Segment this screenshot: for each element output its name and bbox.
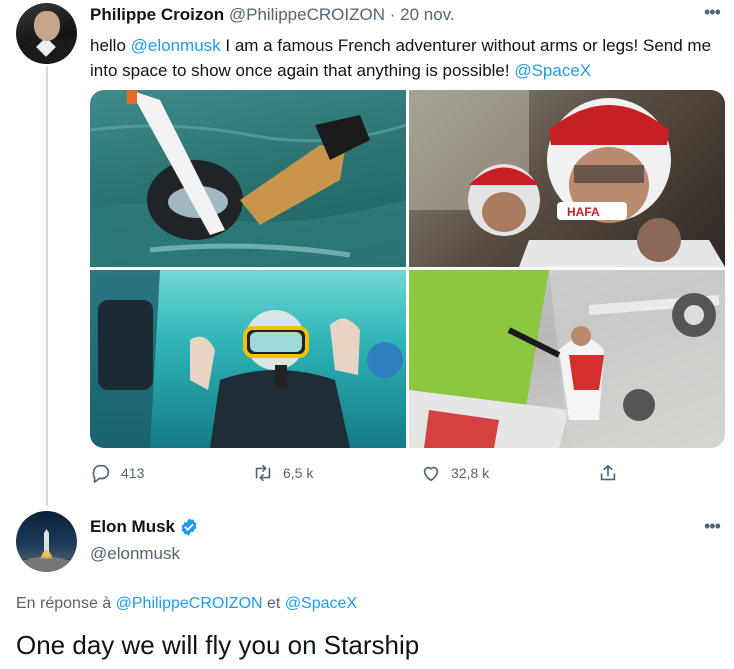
mention-link[interactable]: @SpaceX — [514, 61, 591, 80]
mention-link[interactable]: @PhilippeCROIZON — [116, 595, 263, 612]
photo-scuba-diving[interactable] — [90, 270, 406, 448]
reply-and: et — [262, 595, 285, 612]
tweet2-header: Elon Musk — [90, 517, 199, 537]
photo-skydiving[interactable] — [409, 270, 725, 448]
reply-prefix: En réponse à — [16, 595, 116, 612]
media-grid: HAFA — [90, 90, 725, 448]
share-icon — [600, 464, 616, 481]
svg-text:HAFA: HAFA — [567, 205, 600, 219]
separator-dot: · — [389, 5, 396, 24]
avatar-elon-musk[interactable] — [16, 511, 77, 572]
reply-count: 413 — [121, 465, 145, 481]
verified-badge-icon — [181, 518, 197, 536]
more-icon[interactable]: ••• — [704, 516, 721, 537]
retweet-count: 6,5 k — [283, 465, 314, 481]
mention-link[interactable]: @elonmusk — [131, 36, 221, 55]
reply-context: En réponse à @PhilippeCROIZON et @SpaceX — [16, 595, 357, 613]
like-action[interactable]: 32,8 k — [420, 462, 489, 484]
like-count: 32,8 k — [451, 465, 490, 481]
tweet1-header: Philippe Croizon @PhilippeCROIZON · 20 n… — [90, 5, 455, 25]
thread-connector-line — [46, 66, 48, 506]
author-handle[interactable]: @elonmusk — [90, 544, 180, 564]
retweet-action[interactable]: 6,5 k — [252, 462, 313, 484]
author-name[interactable]: Elon Musk — [90, 517, 175, 537]
photo-swimming[interactable] — [90, 90, 406, 267]
tweet2-text: One day we will fly you on Starship — [16, 630, 420, 660]
mention-link[interactable]: @SpaceX — [285, 595, 357, 612]
more-icon[interactable]: ••• — [704, 2, 721, 23]
share-action[interactable] — [597, 462, 628, 484]
tweet-text-part: hello — [90, 36, 131, 55]
tweet-date[interactable]: 20 nov. — [400, 5, 455, 24]
author-name[interactable]: Philippe Croizon — [90, 5, 224, 24]
retweet-icon — [255, 464, 271, 482]
tweet1-text: hello @elonmusk I am a famous French adv… — [90, 33, 720, 83]
avatar-philippe-croizon[interactable] — [16, 3, 77, 64]
author-handle[interactable]: @PhilippeCROIZON — [229, 5, 385, 24]
tweet1-action-bar: 413 6,5 k 32,8 k — [90, 462, 730, 488]
heart-icon — [423, 466, 439, 482]
reply-icon — [92, 464, 110, 483]
photo-rally-car[interactable]: HAFA — [409, 90, 725, 267]
reply-action[interactable]: 413 — [90, 462, 144, 484]
